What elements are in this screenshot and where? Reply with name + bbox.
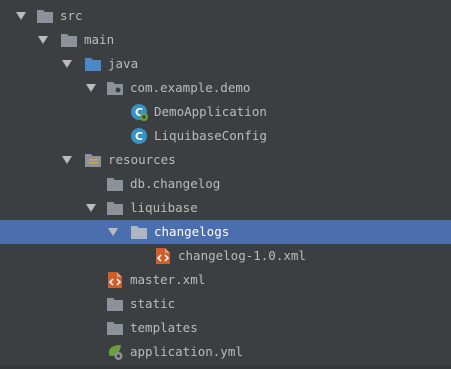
folder-icon — [106, 295, 124, 313]
tree-item-label: liquibase — [130, 200, 198, 215]
tree-item-label: resources — [108, 152, 176, 167]
tree-item-package[interactable]: com.example.demo — [0, 76, 451, 100]
tree-item-templates[interactable]: templates — [0, 316, 451, 340]
xml-file-icon — [154, 247, 172, 265]
expand-arrow-icon[interactable] — [16, 12, 26, 20]
tree-item-label: java — [108, 56, 139, 71]
tree-item-label: static — [130, 296, 176, 311]
folder-icon — [106, 175, 124, 193]
folder-icon — [36, 7, 54, 25]
tree-item-resources[interactable]: resources — [0, 148, 451, 172]
folder-icon — [106, 199, 124, 217]
expand-arrow-icon[interactable] — [62, 60, 72, 68]
tree-item-label: changelogs — [154, 224, 230, 239]
tree-item-label: db.changelog — [130, 176, 221, 191]
source-root-folder-icon — [84, 55, 102, 73]
tree-item-src[interactable]: src — [0, 4, 451, 28]
tree-item-liquibase[interactable]: liquibase — [0, 196, 451, 220]
folder-icon — [106, 319, 124, 337]
tree-item-changelogs[interactable]: changelogs — [0, 220, 451, 244]
tree-item-demoapplication[interactable]: C DemoApplication — [0, 100, 451, 124]
expand-arrow-icon[interactable] — [108, 228, 118, 236]
tree-item-main[interactable]: main — [0, 28, 451, 52]
tree-item-label: LiquibaseConfig — [154, 128, 267, 143]
expand-arrow-icon[interactable] — [86, 204, 96, 212]
folder-icon — [130, 223, 148, 241]
tree-item-liquibaseconfig[interactable]: C LiquibaseConfig — [0, 124, 451, 148]
tree-item-label: src — [60, 8, 83, 23]
tree-item-label: changelog-1.0.xml — [178, 248, 306, 263]
tree-item-label: main — [84, 32, 115, 47]
tree-item-label: application.yml — [130, 344, 243, 359]
spring-boot-class-icon: C — [130, 103, 148, 121]
expand-arrow-icon[interactable] — [62, 156, 72, 164]
svg-text:C: C — [135, 130, 143, 143]
folder-icon — [60, 31, 78, 49]
expand-arrow-icon[interactable] — [38, 36, 48, 44]
xml-file-icon — [106, 271, 124, 289]
tree-item-label: DemoApplication — [154, 104, 267, 119]
tree-item-label: templates — [130, 320, 198, 335]
tree-item-label: master.xml — [130, 272, 206, 287]
tree-item-changelog-xml[interactable]: changelog-1.0.xml — [0, 244, 451, 268]
tree-item-application-yml[interactable]: application.yml — [0, 340, 451, 364]
tree-item-label: com.example.demo — [130, 80, 251, 95]
project-tree: src main java com.example.demo C DemoApp… — [0, 0, 451, 369]
tree-item-static[interactable]: static — [0, 292, 451, 316]
package-icon — [106, 79, 124, 97]
spring-config-file-icon — [106, 343, 124, 361]
tree-item-db-changelog[interactable]: db.changelog — [0, 172, 451, 196]
tree-item-java[interactable]: java — [0, 52, 451, 76]
tree-item-master-xml[interactable]: master.xml — [0, 268, 451, 292]
resources-root-folder-icon — [84, 151, 102, 169]
expand-arrow-icon[interactable] — [86, 84, 96, 92]
java-class-icon: C — [130, 127, 148, 145]
